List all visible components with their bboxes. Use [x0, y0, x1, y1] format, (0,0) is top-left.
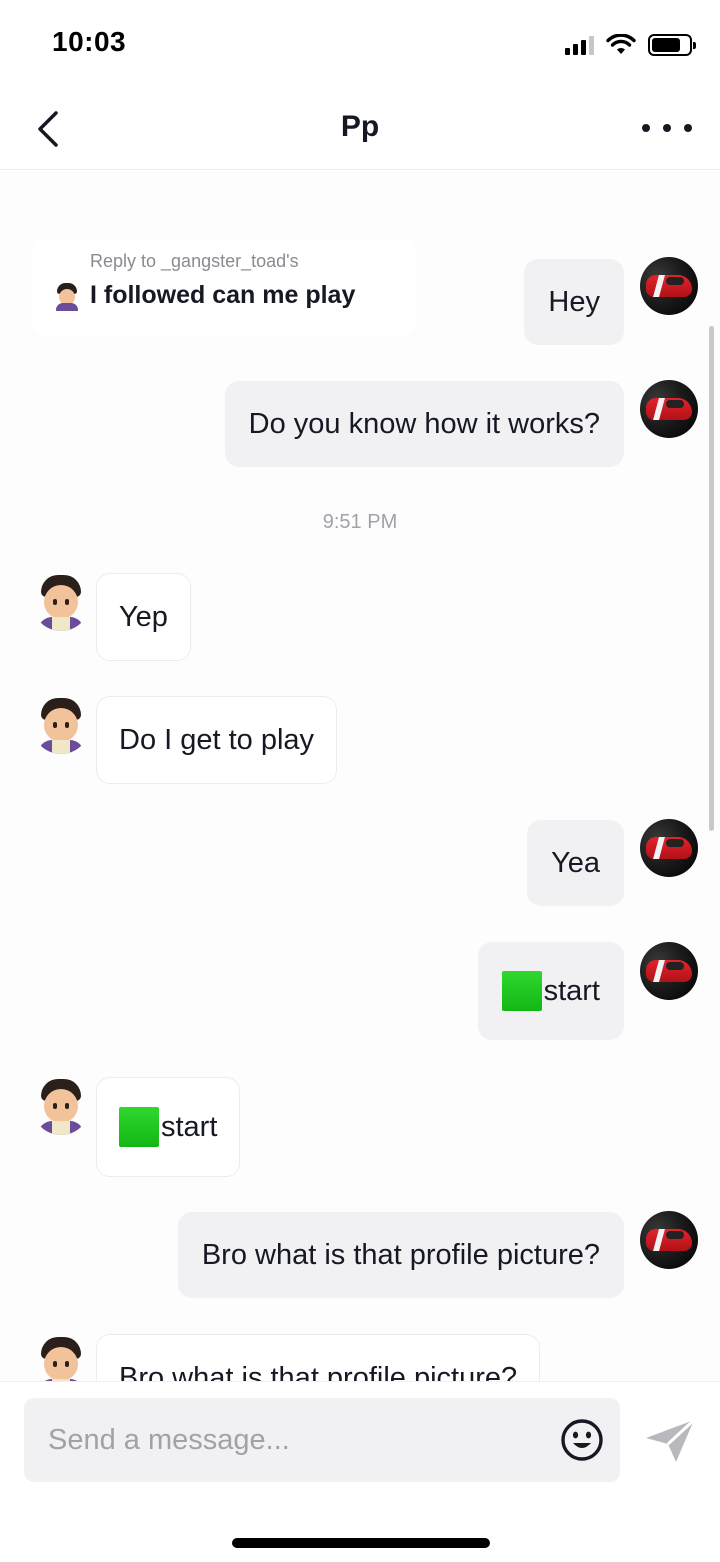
avatar[interactable]	[32, 1335, 90, 1381]
more-options-button[interactable]	[642, 110, 692, 146]
battery-icon	[648, 34, 696, 56]
status-icons	[565, 30, 696, 60]
message-text: Yea	[551, 846, 600, 879]
message-text: start	[543, 974, 600, 1007]
avatar[interactable]	[32, 1077, 90, 1135]
green-square-icon	[119, 1107, 159, 1147]
avatar[interactable]	[640, 1211, 698, 1269]
reply-label: Reply to _gangster_toad's	[90, 251, 299, 271]
message-text: Do I get to play	[119, 723, 315, 756]
message-text: Bro what is that profile picture?	[119, 1361, 518, 1382]
more-dot-icon	[684, 124, 692, 132]
message-composer	[0, 1381, 720, 1562]
send-icon[interactable]	[644, 1418, 696, 1464]
message-input[interactable]	[48, 1398, 548, 1482]
reply-preview-card[interactable]: Reply to _gangster_toad's I followed can…	[32, 239, 416, 335]
avatar[interactable]	[640, 819, 698, 877]
chat-header: Pp	[0, 90, 720, 170]
avatar[interactable]	[32, 696, 90, 754]
message-text: Yep	[119, 600, 168, 633]
green-square-icon	[501, 971, 542, 1011]
chat-title: Pp	[340, 110, 380, 143]
message-bubble-received[interactable]: Yep	[96, 573, 191, 661]
cellular-signal-icon	[565, 35, 594, 55]
avatar[interactable]	[640, 942, 698, 1000]
message-text: Bro what is that profile picture?	[201, 1238, 600, 1271]
message-text: Hey	[548, 285, 600, 318]
message-bubble-sent[interactable]: Do you know how it works?	[224, 381, 624, 467]
home-indicator	[232, 1538, 490, 1548]
message-timestamp: 9:51 PM	[322, 511, 398, 533]
status-bar: 10:03	[0, 0, 720, 90]
message-text: Do you know how it works?	[248, 407, 600, 440]
avatar[interactable]	[640, 257, 698, 315]
reply-text: I followed can me play	[90, 281, 356, 309]
wifi-icon	[606, 34, 636, 54]
emoji-icon[interactable]	[560, 1418, 604, 1462]
message-bubble-received[interactable]: Do I get to play	[96, 696, 338, 784]
avatar[interactable]	[32, 573, 90, 631]
message-input-container[interactable]	[24, 1398, 620, 1482]
message-bubble-sent[interactable]: Yea	[527, 820, 624, 906]
more-dot-icon	[642, 124, 650, 132]
message-bubble-sent[interactable]: start	[477, 942, 624, 1040]
more-dot-icon	[663, 124, 671, 132]
message-list[interactable]: Reply to _gangster_toad's I followed can…	[0, 171, 720, 1381]
avatar[interactable]	[640, 380, 698, 438]
message-bubble-received[interactable]: Bro what is that profile picture?	[96, 1334, 541, 1382]
message-bubble-sent[interactable]: Hey	[524, 259, 624, 345]
status-time: 10:03	[52, 26, 127, 57]
message-text: start	[161, 1110, 218, 1143]
scrollbar[interactable]	[709, 326, 714, 831]
reply-avatar	[54, 283, 80, 311]
message-bubble-received[interactable]: start	[96, 1077, 241, 1177]
message-bubble-sent[interactable]: Bro what is that profile picture?	[177, 1212, 624, 1298]
